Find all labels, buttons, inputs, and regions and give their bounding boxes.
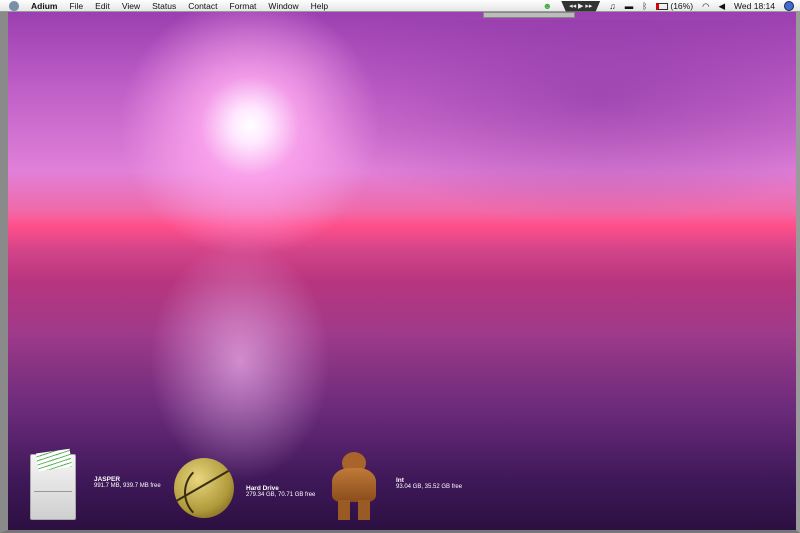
drive-int[interactable]: Int 93.04 GB, 35.52 GB free	[326, 452, 462, 522]
menu-app-name[interactable]: Adium	[25, 0, 63, 12]
menu-contact[interactable]: Contact	[182, 0, 223, 12]
volume-icon[interactable]: ◀	[718, 1, 725, 12]
battery-percent[interactable]: (16%)	[670, 1, 693, 11]
media-controls[interactable]: ◂◂ ▶ ▸▸	[561, 0, 601, 12]
menu-help[interactable]: Help	[305, 0, 334, 12]
drive-info: 991.7 MB, 939.7 MB free	[94, 482, 161, 489]
drive-info: 279.34 GB, 70.71 GB free	[246, 491, 316, 498]
menu-format[interactable]: Format	[224, 0, 263, 12]
background-window-tabs[interactable]	[483, 12, 575, 18]
clock[interactable]: Wed 18:14	[734, 1, 775, 11]
drive-name: Hard Drive	[246, 484, 279, 492]
wifi-icon[interactable]: ◠	[702, 1, 709, 12]
bluetooth-icon[interactable]: ᛒ	[642, 1, 647, 11]
battery-icon[interactable]	[656, 2, 669, 10]
menu-view[interactable]: View	[116, 0, 146, 12]
spotlight-icon[interactable]	[784, 1, 794, 11]
itunes-icon[interactable]: ♫	[609, 1, 615, 11]
adium-status-icon[interactable]: ☻	[543, 1, 552, 11]
menu-edit[interactable]: Edit	[89, 0, 116, 12]
menu-status[interactable]: Status	[146, 0, 182, 12]
menu-bar: Adium File Edit View Status Contact Form…	[0, 0, 800, 12]
hard-drive-ball-icon[interactable]	[174, 458, 234, 518]
drive-jasper[interactable]: JASPER 991.7 MB, 939.7 MB free	[30, 454, 161, 520]
filing-cabinet-icon[interactable]	[30, 454, 76, 520]
menu-file[interactable]: File	[63, 0, 89, 12]
drive-name: JASPER	[94, 475, 121, 483]
monkey-figure-icon[interactable]	[326, 452, 382, 522]
wallpaper-clouds	[300, 20, 800, 220]
apple-menu-icon[interactable]	[9, 0, 19, 11]
drive-name: Int	[396, 476, 404, 484]
drive-info: 93.04 GB, 35.52 GB free	[396, 483, 463, 490]
display-icon[interactable]: ▬	[625, 1, 634, 11]
drive-hard-drive[interactable]: Hard Drive 279.34 GB, 70.71 GB free	[174, 458, 315, 518]
menu-window[interactable]: Window	[262, 0, 304, 12]
